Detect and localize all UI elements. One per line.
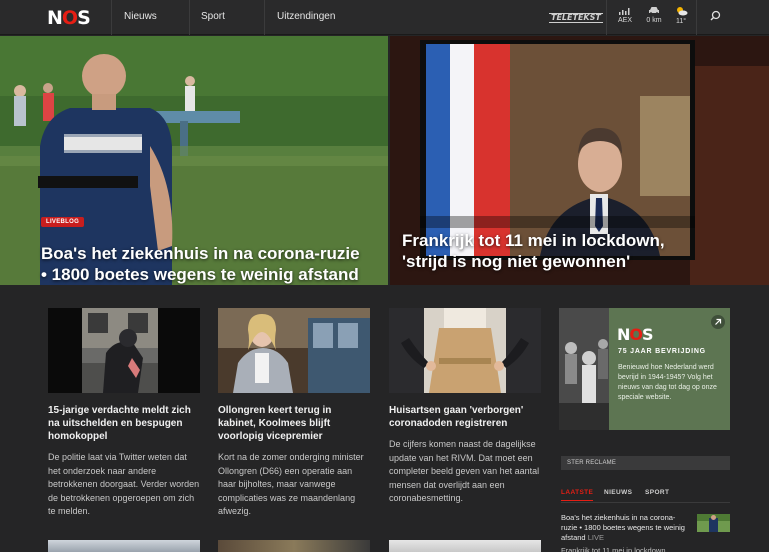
latest-item-title: Boa's het ziekenhuis in na corona-ruzie …	[561, 513, 685, 542]
hero-title-frankrijk[interactable]: Frankrijk tot 11 mei in lockdown, 'strij…	[402, 230, 702, 272]
latest-item-live-label: LIVE	[587, 533, 604, 542]
photo-ollongren	[218, 308, 370, 393]
top-navigation-bar: NOS Nieuws Sport Uitzendingen TELETEKST …	[0, 0, 769, 35]
latest-item-2[interactable]: Frankrijk tot 11 mei in lockdown,	[561, 546, 691, 552]
article-title[interactable]: 15-jarige verdachte meldt zich na uitsch…	[48, 404, 200, 443]
article-thumb-next-3[interactable]	[389, 540, 541, 552]
promo-75-jaar-bevrijding[interactable]: NOS 75 JAAR BEVRIJDING Benieuwd hoe Nede…	[559, 308, 730, 430]
aex-widget[interactable]: AEX	[612, 6, 638, 24]
weather-label: 11°	[675, 18, 687, 25]
nav-sport[interactable]: Sport	[201, 11, 225, 22]
photo-verdachte	[48, 308, 200, 393]
latest-news-tabs: LAATSTE NIEUWS SPORT	[561, 489, 730, 503]
promo-description: Benieuwd hoe Nederland werd bevrijd in 1…	[618, 364, 717, 401]
divider	[696, 0, 697, 35]
divider	[111, 0, 112, 35]
article-thumb-next-1[interactable]	[48, 540, 200, 552]
latest-thumb-photo	[697, 514, 730, 532]
divider	[264, 0, 265, 35]
car-icon	[649, 7, 659, 15]
article-summary: De politie laat via Twitter weten dat he…	[48, 452, 200, 516]
external-link-button[interactable]	[711, 315, 725, 329]
photo-coffin	[389, 308, 541, 393]
article-thumb-huisartsen	[389, 308, 541, 393]
liveblog-badge: LIVEBLOG	[41, 217, 85, 227]
arrow-up-right-icon	[715, 318, 722, 325]
weather-sun-cloud-icon	[676, 7, 687, 16]
traffic-widget[interactable]: 0 km	[641, 6, 667, 24]
article-thumb-verdachte	[48, 308, 200, 393]
aex-label: AEX	[617, 17, 632, 24]
tab-nieuws[interactable]: NIEUWS	[604, 489, 632, 496]
aex-chart-icon	[619, 8, 630, 15]
article-summary: De cijfers komen naast de dagelijkse upd…	[389, 439, 540, 503]
article-title[interactable]: Huisartsen gaan 'verborgen' coronadoden …	[389, 404, 541, 430]
search-icon	[710, 10, 721, 21]
divider	[189, 0, 190, 35]
search-button[interactable]	[708, 9, 722, 28]
weather-widget[interactable]: 11°	[668, 6, 694, 25]
article-title[interactable]: Ollongren keert terug in kabinet, Koolme…	[218, 404, 370, 443]
latest-item[interactable]: Boa's het ziekenhuis in na corona-ruzie …	[561, 513, 691, 543]
promo-subtitle: 75 JAAR BEVRIJDING	[618, 348, 706, 355]
article-thumb-next-2[interactable]	[218, 540, 370, 552]
nav-uitzendingen[interactable]: Uitzendingen	[277, 11, 335, 22]
hero-title-boa[interactable]: Boa's het ziekenhuis in na corona-ruzie …	[41, 243, 361, 285]
latest-item-thumb[interactable]	[697, 514, 730, 532]
ster-reclame-banner[interactable]: STER RECLAME	[561, 456, 730, 470]
traffic-label: 0 km	[646, 17, 662, 24]
hero-article-frankrijk[interactable]: Frankrijk tot 11 mei in lockdown, 'strij…	[390, 36, 769, 285]
article-card-ollongren[interactable]: Ollongren keert terug in kabinet, Koolme…	[218, 308, 370, 519]
tab-laatste[interactable]: LAATSTE	[561, 489, 594, 501]
article-thumb-ollongren	[218, 308, 370, 393]
teletekst-link[interactable]: TELETEKST	[549, 13, 603, 23]
nav-nieuws[interactable]: Nieuws	[124, 11, 157, 22]
nos-logo[interactable]: NOS	[47, 7, 91, 29]
promo-nos-logo: NOS	[617, 325, 653, 344]
divider	[606, 0, 607, 35]
hero-article-boa[interactable]: Boa's het ziekenhuis in na corona-ruzie …	[0, 36, 388, 285]
article-card-verdachte[interactable]: 15-jarige verdachte meldt zich na uitsch…	[48, 308, 200, 519]
tab-sport[interactable]: SPORT	[645, 489, 669, 496]
promo-archive-photo	[559, 308, 609, 430]
bevrijding-crowd-photo	[559, 308, 609, 430]
article-summary: Kort na de zomer onderging minister Ollo…	[218, 452, 364, 516]
article-card-huisartsen[interactable]: Huisartsen gaan 'verborgen' coronadoden …	[389, 308, 541, 506]
